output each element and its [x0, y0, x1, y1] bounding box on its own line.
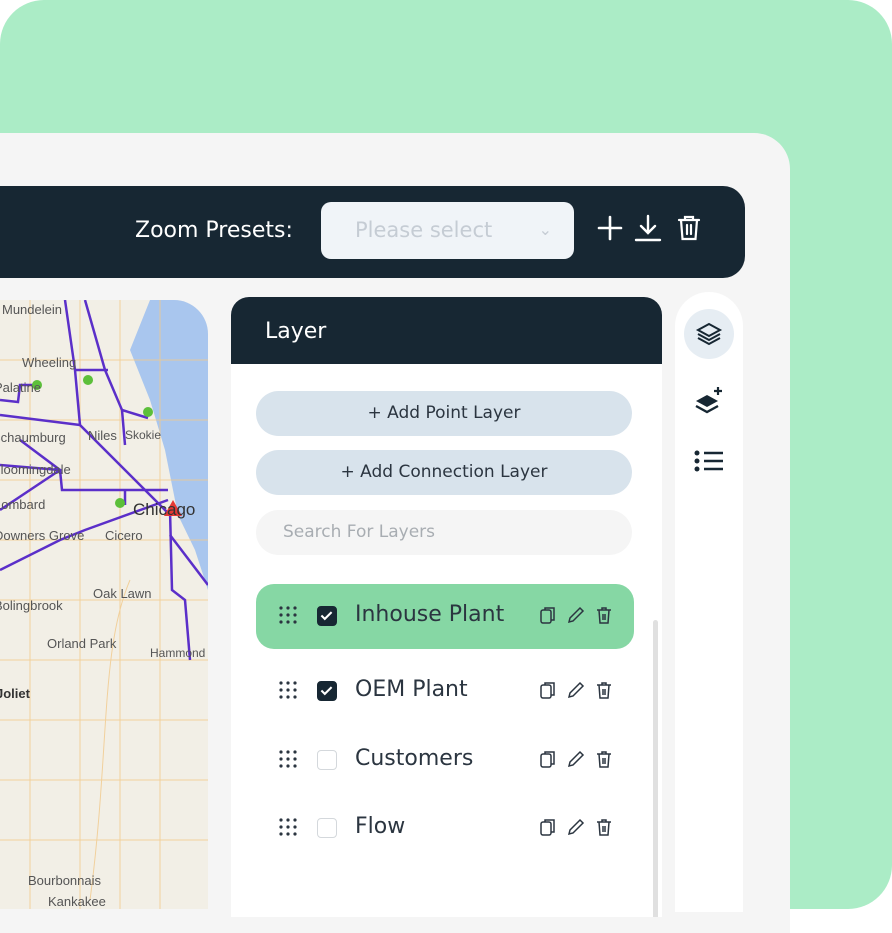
drag-handle-icon[interactable] [278, 749, 298, 769]
copy-icon[interactable] [538, 680, 558, 700]
check-icon [320, 686, 333, 696]
layer-checkbox[interactable] [317, 818, 337, 838]
delete-icon[interactable] [594, 817, 614, 837]
select-placeholder: Please select [355, 218, 493, 242]
map-label: Orland Park [47, 636, 117, 651]
layer-checkbox[interactable] [317, 681, 337, 701]
map-label: Skokie [125, 428, 162, 442]
layer-name: Flow [355, 814, 406, 839]
layer-checkbox[interactable] [317, 750, 337, 770]
lake-water [130, 300, 208, 590]
map-label: Bloomingdale [0, 462, 71, 477]
delete-icon[interactable] [594, 605, 614, 625]
map-label: Lombard [0, 497, 46, 512]
map-label: Niles [88, 428, 117, 443]
layer-name: Customers [355, 746, 474, 771]
add-connection-layer-button[interactable]: + Add Connection Layer [256, 450, 632, 495]
map-label: Palatine [0, 380, 41, 395]
layer-name: OEM Plant [355, 677, 468, 702]
map-label: Mundelein [2, 302, 62, 317]
layer-panel: Layer + Add Point Layer + Add Connection… [231, 297, 662, 917]
legend-button[interactable] [684, 436, 734, 486]
add-layer-icon [695, 387, 722, 414]
drag-handle-icon[interactable] [278, 605, 298, 625]
layer-panel-title: Layer [231, 297, 662, 364]
map-label: Kankakee [48, 894, 106, 909]
layers-button[interactable] [684, 309, 734, 359]
trash-icon[interactable] [674, 213, 704, 243]
add-point-layer-button[interactable]: + Add Point Layer [256, 391, 632, 436]
map-label: Wheeling [22, 355, 77, 370]
check-icon [320, 611, 333, 621]
copy-icon[interactable] [538, 605, 558, 625]
layers-icon [695, 322, 723, 346]
right-sidebar [675, 292, 743, 912]
layer-checkbox[interactable] [317, 606, 337, 626]
layer-row[interactable]: Flow [256, 796, 634, 861]
scrollbar[interactable] [653, 620, 658, 917]
layer-row[interactable]: OEM Plant [256, 659, 634, 724]
copy-icon[interactable] [538, 817, 558, 837]
delete-icon[interactable] [594, 749, 614, 769]
search-layers-input[interactable]: Search For Layers [256, 510, 632, 555]
edit-icon[interactable] [566, 749, 586, 769]
add-layer-button[interactable] [684, 376, 734, 426]
chevron-down-icon: ⌄ [538, 220, 552, 239]
map-label: Bolingbrook [0, 598, 63, 613]
layer-row[interactable]: Customers [256, 728, 634, 793]
map-label: Joliet [0, 686, 30, 701]
copy-icon[interactable] [538, 749, 558, 769]
edit-icon[interactable] [566, 680, 586, 700]
download-icon[interactable] [633, 213, 663, 243]
zoom-presets-select[interactable]: Please select ⌄ [321, 202, 574, 259]
map-label: Downers Grove [0, 528, 85, 543]
drag-handle-icon[interactable] [278, 680, 298, 700]
list-icon [694, 450, 723, 472]
map-label: Cicero [105, 528, 143, 543]
map-label: Chicago [133, 500, 196, 519]
map-label: Schaumburg [0, 430, 66, 445]
map-label: Hammond [150, 646, 206, 660]
map-label: Oak Lawn [93, 586, 152, 601]
layer-name: Inhouse Plant [355, 602, 505, 627]
edit-icon[interactable] [566, 605, 586, 625]
delete-icon[interactable] [594, 680, 614, 700]
zoom-presets-label: Zoom Presets: [135, 218, 293, 243]
map-label: Bourbonnais [28, 873, 101, 888]
layer-row[interactable]: Inhouse Plant [256, 584, 634, 649]
map-view[interactable]: Mundelein Wheeling Palatine Niles Skokie… [0, 300, 208, 909]
edit-icon[interactable] [566, 817, 586, 837]
drag-handle-icon[interactable] [278, 817, 298, 837]
plus-icon[interactable] [595, 213, 625, 243]
